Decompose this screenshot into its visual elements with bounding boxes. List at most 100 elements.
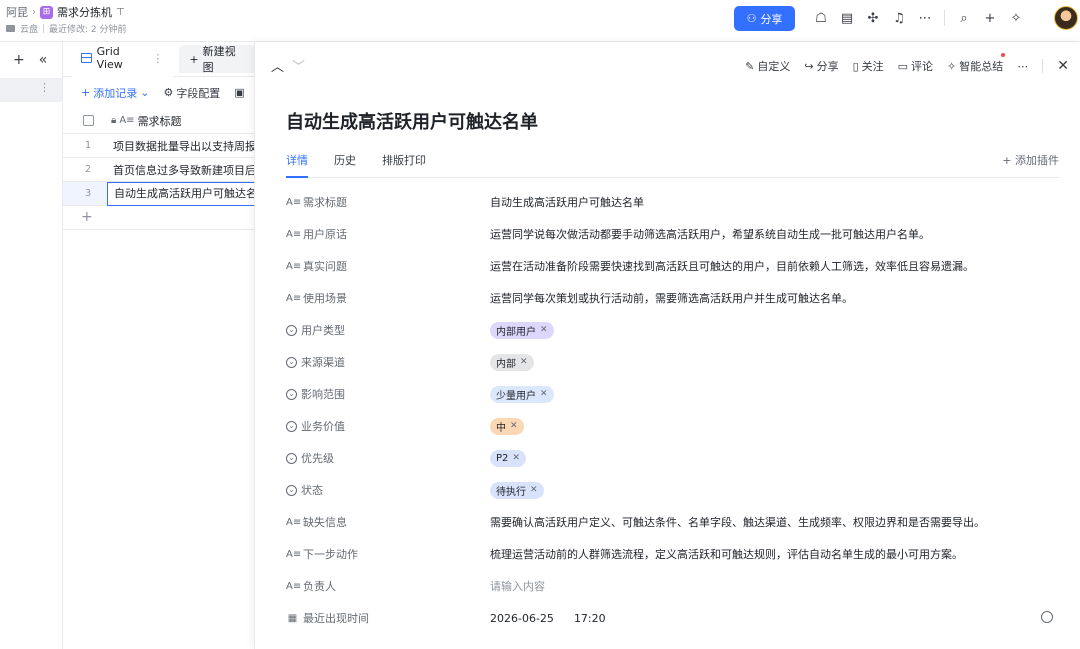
add-plugin-label: 添加插件 xyxy=(1015,154,1059,167)
follow-label: 关注 xyxy=(861,60,884,73)
row-title-cell[interactable]: 自动生成高活跃用户可触达名单 xyxy=(107,181,255,206)
table-list-item-selected[interactable]: ⋮ xyxy=(0,78,62,102)
share-record-button[interactable]: ↪ 分享 xyxy=(804,58,838,74)
option-chip[interactable]: 内部 ✕ xyxy=(490,353,534,371)
remove-icon[interactable]: ✕ xyxy=(510,421,518,431)
remove-icon[interactable]: ✕ xyxy=(540,325,548,335)
field-value[interactable]: 需要确认高活跃用户定义、可触达条件、名单字段、触达渠道、生成频率、权限边界和是否… xyxy=(490,514,985,530)
remove-icon[interactable]: ✕ xyxy=(512,453,520,463)
text-field-icon: A≡ xyxy=(286,548,302,560)
breadcrumb-root[interactable]: 阿昆 xyxy=(6,4,28,20)
chip-label: 少量用户 xyxy=(496,390,536,402)
plugin-icon[interactable]: ✣ xyxy=(860,8,886,28)
document-search-icon[interactable]: ▤ xyxy=(834,8,860,28)
new-view-button[interactable]: + 新建视图 xyxy=(179,45,255,74)
field-label: 使用场景 xyxy=(303,292,347,305)
row-number: 2 xyxy=(84,164,92,175)
row-number: 1 xyxy=(84,140,92,151)
option-chip[interactable]: 中 ✕ xyxy=(490,417,524,435)
tab-details[interactable]: 详情 xyxy=(286,152,308,178)
ai-sparkle-icon[interactable]: ✧ xyxy=(1003,8,1029,28)
owner-input[interactable]: 请输入内容 xyxy=(490,578,545,594)
doc-location[interactable]: 云盘 xyxy=(20,22,38,35)
option-chip[interactable]: 待执行 ✕ xyxy=(490,481,544,499)
alarm-clock-icon[interactable] xyxy=(1041,611,1053,623)
plus-icon[interactable]: + xyxy=(977,8,1003,28)
field-row-title: A≡ 需求标题 自动生成高活跃用户可触达名单 xyxy=(286,186,1059,218)
bot-icon[interactable]: ☖ xyxy=(808,8,834,28)
comment-icon: ▭ xyxy=(897,59,909,73)
field-list: A≡ 需求标题 自动生成高活跃用户可触达名单 A≡ 用户原话 运营同学说每次做活动都… xyxy=(286,186,1059,634)
divider xyxy=(43,24,45,33)
search-icon[interactable]: ⌕ xyxy=(951,8,977,28)
customize-label: 自定义 xyxy=(757,60,791,73)
more-icon[interactable]: ⋯ xyxy=(1017,60,1028,73)
tab-history[interactable]: 历史 xyxy=(334,152,356,177)
field-value[interactable]: 自动生成高活跃用户可触达名单 xyxy=(490,194,644,210)
row-title-cell[interactable]: 首页信息过多导致新建项目后 xyxy=(113,162,255,178)
field-value[interactable]: 运营同学每次策划或执行活动前，需要筛选高活跃用户并生成可触达名单。 xyxy=(490,290,853,306)
add-row-button[interactable]: + xyxy=(63,206,255,230)
comment-button[interactable]: ▭ 评论 xyxy=(898,58,933,74)
chip-label: 待执行 xyxy=(496,486,526,498)
row-title-cell[interactable]: 项目数据批量导出以支持周报汇总 xyxy=(113,138,255,154)
avatar[interactable] xyxy=(1054,6,1078,30)
add-record-label: 添加记录 xyxy=(93,86,138,100)
pin-icon[interactable]: ⊤ xyxy=(116,7,125,18)
text-field-icon: A≡ xyxy=(119,115,135,126)
option-chip[interactable]: 少量用户 ✕ xyxy=(490,385,554,403)
chip-label: P2 xyxy=(496,452,509,464)
filter-icon[interactable]: ▣ xyxy=(234,86,244,99)
bell-icon[interactable]: ♫ xyxy=(886,8,912,28)
option-chip[interactable]: P2 ✕ xyxy=(490,449,526,467)
close-icon[interactable]: ✕ xyxy=(1057,58,1069,74)
remove-icon[interactable]: ✕ xyxy=(520,357,528,367)
smart-summary-button[interactable]: ✧ 智能总结 xyxy=(947,53,1006,74)
more-vertical-icon[interactable]: ⋮ xyxy=(39,81,50,94)
field-value[interactable]: 梳理运营活动前的人群筛选流程，定义高活跃和可触达规则，评估自动名单生成的最小可用… xyxy=(490,546,963,562)
collapse-icon[interactable]: « xyxy=(39,52,48,68)
field-label: 业务价值 xyxy=(301,420,345,433)
select-all-checkbox[interactable] xyxy=(83,115,94,126)
text-field-icon: A≡ xyxy=(286,580,302,592)
table-row-selected[interactable]: 3 自动生成高活跃用户可触达名单 xyxy=(63,181,255,206)
field-label: 用户原话 xyxy=(303,228,347,241)
chevron-up-icon[interactable]: ︿ xyxy=(271,56,284,75)
table-row[interactable]: 1 项目数据批量导出以支持周报汇总 xyxy=(63,134,255,158)
gear-icon: ⚙ xyxy=(163,86,174,99)
chevron-down-icon: ⌄ xyxy=(140,86,150,99)
follow-button[interactable]: ▯ 关注 xyxy=(853,58,884,74)
customize-button[interactable]: ✎ 自定义 xyxy=(745,58,790,74)
field-value[interactable]: 运营在活动准备阶段需要快速找到高活跃且可触达的用户，目前依赖人工筛选，效率低且容… xyxy=(490,258,974,274)
grid-header: 🔒︎ A≡ 需求标题 xyxy=(63,108,255,134)
column-header-title[interactable]: 需求标题 xyxy=(138,113,182,129)
more-icon[interactable]: ⋯ xyxy=(912,8,938,28)
top-bar: 阿昆 › ⊞ 需求分拣机 ⊤ 云盘 最近修改: 2 分钟前 ⚇ 分享 ☖ ▤ ✣… xyxy=(0,0,1080,42)
remove-icon[interactable]: ✕ xyxy=(530,485,538,495)
field-label: 优先级 xyxy=(301,452,334,465)
table-row[interactable]: 2 首页信息过多导致新建项目后 xyxy=(63,158,255,182)
top-toolbar-icons: ☖ ▤ ✣ ♫ ⋯ ⌕ + ✧ xyxy=(808,8,1029,28)
more-vertical-icon[interactable]: ⋮ xyxy=(152,52,163,65)
chevron-down-icon[interactable]: ﹀ xyxy=(292,56,305,75)
add-plugin-button[interactable]: + 添加插件 xyxy=(1002,152,1059,168)
field-config-button[interactable]: ⚙ 字段配置 xyxy=(163,85,220,101)
doc-meta: 云盘 最近修改: 2 分钟前 xyxy=(6,22,127,35)
tab-grid-view[interactable]: Grid View ⋮ xyxy=(71,42,174,77)
text-field-icon: A≡ xyxy=(286,260,302,272)
field-label: 最近出现时间 xyxy=(303,612,369,625)
field-value[interactable]: 运营同学说每次做活动都要手动筛选高活跃用户，希望系统自动生成一批可触达用户名单。 xyxy=(490,226,930,242)
datetime-value[interactable]: 2026-06-25 17:20 xyxy=(490,612,606,625)
share-button[interactable]: ⚇ 分享 xyxy=(734,6,795,31)
left-rail: + « ⋮ xyxy=(0,42,63,649)
add-record-button[interactable]: + 添加记录 ⌄ xyxy=(81,85,149,101)
panel-actions: ✎ 自定义 ↪ 分享 ▯ 关注 ▭ 评论 ✧ 智能总结 ⋯ ✕ xyxy=(745,53,1069,74)
remove-icon[interactable]: ✕ xyxy=(540,389,548,399)
chip-label: 内部用户 xyxy=(496,326,536,338)
tab-print-layout[interactable]: 排版打印 xyxy=(382,152,426,177)
record-title[interactable]: 自动生成高活跃用户可触达名单 xyxy=(286,108,538,134)
doc-title[interactable]: 需求分拣机 xyxy=(57,4,112,20)
plus-icon[interactable]: + xyxy=(13,52,25,68)
text-field-icon: A≡ xyxy=(286,292,302,304)
option-chip[interactable]: 内部用户 ✕ xyxy=(490,321,554,339)
